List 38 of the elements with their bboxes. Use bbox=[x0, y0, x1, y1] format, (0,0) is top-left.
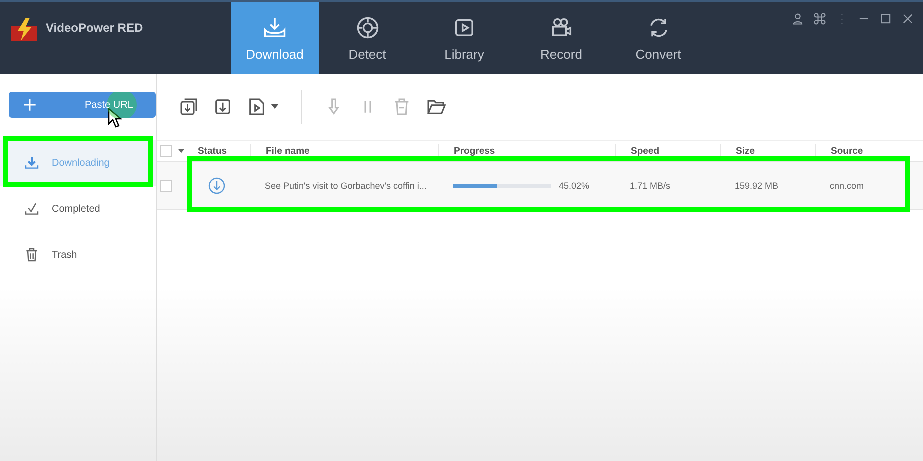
checkmark-icon bbox=[24, 201, 40, 217]
nav-tab[interactable]: Convert bbox=[610, 2, 707, 74]
command-icon[interactable] bbox=[813, 12, 827, 26]
speed-value: 1.71 MB/s bbox=[630, 180, 671, 190]
file-name: See Putin's visit to Gorbachev's coffin i... bbox=[265, 180, 427, 190]
download-icon[interactable] bbox=[213, 97, 233, 117]
sidebar-item[interactable]: Trash bbox=[0, 232, 156, 278]
download-icon bbox=[24, 155, 40, 171]
caret-icon[interactable] bbox=[271, 104, 279, 110]
close-icon[interactable] bbox=[901, 12, 915, 26]
download-status-icon bbox=[208, 176, 226, 194]
maximize-icon[interactable] bbox=[879, 12, 893, 26]
source-value: cnn.com bbox=[830, 180, 864, 190]
column-header[interactable]: Size bbox=[720, 144, 815, 158]
nav-tab[interactable]: Detect bbox=[319, 2, 416, 74]
caret-icon[interactable] bbox=[178, 148, 185, 154]
column-header[interactable]: File name bbox=[250, 144, 438, 158]
column-header[interactable]: Status bbox=[190, 144, 250, 158]
add-download-icon[interactable] bbox=[179, 97, 199, 117]
trash-icon bbox=[24, 247, 40, 263]
target-icon bbox=[354, 14, 380, 40]
video-file-icon[interactable] bbox=[247, 97, 267, 117]
logo-icon bbox=[10, 18, 38, 42]
progress-percent: 45.02% bbox=[559, 180, 590, 190]
column-header[interactable]: Progress bbox=[438, 144, 615, 158]
column-header[interactable]: Speed bbox=[615, 144, 720, 158]
sidebar-item[interactable]: Completed bbox=[0, 186, 156, 232]
user-icon[interactable] bbox=[791, 12, 805, 26]
size-value: 159.92 MB bbox=[735, 180, 779, 190]
nav-tab[interactable]: Record bbox=[513, 2, 610, 74]
table-row[interactable]: See Putin's visit to Gorbachev's coffin i... 45.02% 1.71 MB/s 159.92 MB cnn.com bbox=[157, 162, 923, 210]
nav-tab[interactable]: Library bbox=[416, 2, 513, 74]
checkbox[interactable] bbox=[160, 145, 172, 157]
column-header[interactable]: Source bbox=[815, 144, 915, 158]
row-checkbox[interactable] bbox=[160, 180, 172, 192]
plus-icon bbox=[23, 98, 37, 112]
app-title: VideoPower RED bbox=[46, 21, 144, 35]
cursor-icon bbox=[108, 108, 122, 128]
